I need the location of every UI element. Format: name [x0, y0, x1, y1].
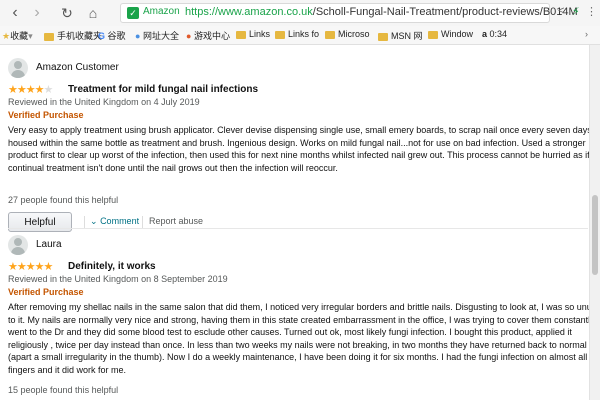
folder-icon: [44, 32, 54, 41]
shield-icon: ✓: [127, 7, 139, 19]
back-icon[interactable]: ‹: [6, 4, 24, 22]
bookmark-item[interactable]: ● 游戏中心: [186, 29, 230, 42]
bookmark-item[interactable]: Window: [428, 29, 473, 39]
scrollbar[interactable]: [589, 45, 600, 400]
bookmark-label: 谷歌: [107, 31, 126, 41]
review-text-line: After removing my shellac nails in the s…: [8, 302, 600, 312]
bookmark-item[interactable]: Links: [236, 29, 270, 39]
review: Laura ★★★★★ Definitely, it works Reviewe…: [8, 235, 600, 400]
review-title[interactable]: Treatment for mild fungal nail infection…: [68, 84, 258, 95]
bookmark-item[interactable]: 手机收藏夹: [44, 29, 102, 42]
comment-label: Comment: [100, 216, 140, 226]
bookmark-favorites[interactable]: ★收藏▾: [2, 29, 33, 42]
divider: [142, 216, 143, 228]
report-abuse-link[interactable]: Report abuse: [149, 216, 203, 226]
review-text-line: religiously , twice per day instead than…: [8, 339, 587, 350]
address-bar[interactable]: ✓ Amazon https://www.amazon.co.uk/Scholl…: [120, 3, 578, 23]
comment-link[interactable]: ⌄ Comment: [90, 216, 139, 227]
review-date: Reviewed in the United Kingdom on 8 Sept…: [8, 274, 228, 284]
home-icon[interactable]: ⌂: [84, 4, 102, 22]
bookmark-item[interactable]: G 谷歌: [98, 29, 126, 42]
google-icon: G: [98, 31, 106, 41]
review-title[interactable]: Definitely, it works: [68, 261, 156, 272]
review-text-line: Very easy to apply treatment using brush…: [8, 125, 595, 135]
review-text-line: housed within the same bottle as treatme…: [8, 137, 586, 148]
review-text-line: went to the Dr and they did some blood t…: [8, 327, 572, 337]
scrollbar-thumb[interactable]: [592, 195, 598, 275]
bookmark-label: Links: [249, 29, 271, 39]
share-icon[interactable]: <: [558, 5, 564, 17]
folder-icon: [325, 30, 335, 39]
bookmark-label: 网址大全: [142, 31, 179, 41]
amazon-icon: a: [482, 29, 488, 39]
url-text[interactable]: https://www.amazon.co.uk/Scholl-Fungal-N…: [185, 6, 578, 18]
folder-icon: [236, 30, 246, 39]
divider: [84, 216, 85, 228]
site-name: Amazon: [143, 6, 180, 17]
avatar: [8, 58, 28, 78]
bookmark-item[interactable]: Links fo: [275, 29, 319, 39]
url-host: https://www.amazon.co.uk: [185, 6, 313, 18]
bookmark-label: 收藏: [10, 31, 29, 41]
globe-icon: ●: [135, 31, 141, 41]
bookmark-label: Links fo: [288, 29, 320, 39]
chevron-down-icon: ▾: [28, 31, 33, 41]
bookmark-label: 0:34: [489, 29, 508, 39]
review-separator: [8, 228, 588, 229]
star-rating[interactable]: ★★★★★: [8, 83, 53, 96]
verified-badge: Verified Purchase: [8, 287, 84, 297]
forward-icon[interactable]: ›: [28, 4, 46, 22]
reviews-list: Amazon Customer ★★★★★ Treatment for mild…: [0, 45, 600, 400]
browser-toolbar: ‹ › ↻ ⌂ ✓ Amazon https://www.amazon.co.u…: [0, 0, 600, 27]
reload-icon[interactable]: ↻: [58, 4, 76, 22]
star-filled-icon: ★★★★: [8, 84, 44, 96]
bookmark-label: 游戏中心: [193, 31, 230, 41]
review-date: Reviewed in the United Kingdom on 4 July…: [8, 97, 200, 107]
url-path: /Scholl-Fungal-Nail-Treatment/product-re…: [312, 6, 578, 18]
review-text-line: product first to clear up worst of the i…: [8, 150, 590, 160]
bookmark-item[interactable]: MSN 网: [378, 29, 423, 42]
gamepad-icon: ●: [186, 31, 192, 41]
helpful-count: 27 people found this helpful: [8, 195, 119, 205]
star-empty-icon: ★: [43, 84, 53, 96]
folder-icon: [275, 30, 285, 39]
helpful-button[interactable]: Helpful: [8, 212, 72, 232]
bookmark-label: 手机收藏夹: [57, 31, 103, 41]
review-body: Very easy to apply treatment using brush…: [8, 124, 595, 174]
helpful-count: 15 people found this helpful: [8, 385, 119, 395]
bookmark-item[interactable]: a 0:34: [482, 29, 507, 39]
bookmark-label: Microso: [338, 29, 370, 39]
review-body: After removing my shellac nails in the s…: [8, 301, 600, 376]
review-author[interactable]: Amazon Customer: [36, 62, 119, 73]
lightning-icon[interactable]: ⚡: [572, 5, 580, 18]
review-text-line: to it. My nails are normally very nice a…: [8, 314, 600, 325]
bookmark-label: MSN 网: [391, 31, 423, 41]
avatar: [8, 235, 28, 255]
verified-badge: Verified Purchase: [8, 110, 84, 120]
star-filled-icon: ★★★★★: [8, 261, 53, 273]
more-bookmarks-icon[interactable]: ›: [585, 29, 588, 39]
review-text-line: continual treatment isn't done until the…: [8, 162, 338, 173]
review-text-line: (apart a small irregularity in the thumb…: [8, 352, 588, 362]
star-icon: ★: [2, 31, 11, 41]
menu-icon[interactable]: ⋮: [586, 5, 597, 18]
folder-icon: [378, 32, 388, 41]
star-rating[interactable]: ★★★★★: [8, 260, 53, 273]
bookmark-label: Window: [441, 29, 474, 39]
bookmark-item[interactable]: Microso: [325, 29, 370, 39]
review: Amazon Customer ★★★★★ Treatment for mild…: [8, 58, 595, 232]
folder-icon: [428, 30, 438, 39]
bookmarks-bar: ★收藏▾ 手机收藏夹 G 谷歌 ● 网址大全 ● 游戏中心 Links Link…: [0, 26, 600, 45]
bookmark-item[interactable]: ● 网址大全: [135, 29, 179, 42]
chevron-down-icon: ⌄: [90, 216, 98, 226]
review-author[interactable]: Laura: [36, 239, 62, 250]
review-text-line: fingers and it did work for me.: [8, 364, 127, 375]
